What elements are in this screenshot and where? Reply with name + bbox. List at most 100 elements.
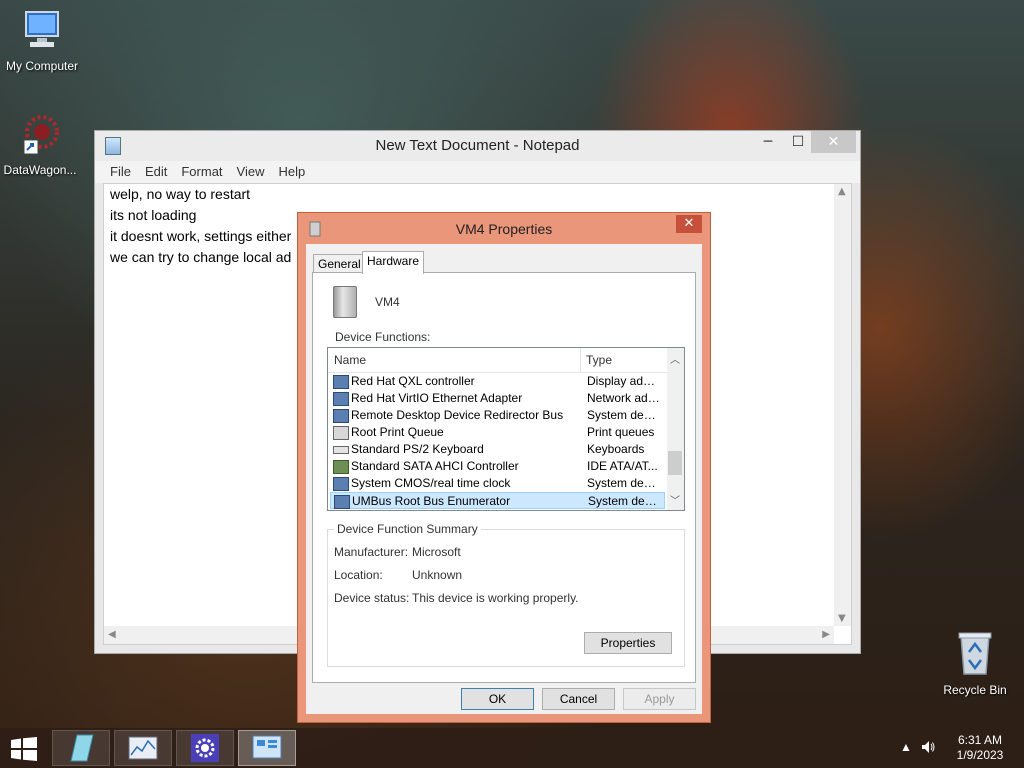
manufacturer-value: Microsoft [412, 545, 461, 559]
device-name-cell: Standard SATA AHCI Controller [351, 459, 519, 473]
list-item[interactable]: System CMOS/real time clock System devi.… [330, 475, 665, 492]
menu-format[interactable]: Format [174, 161, 229, 182]
device-name-cell: Root Print Queue [351, 425, 444, 439]
notepad-icon [70, 734, 94, 762]
list-item[interactable]: Red Hat VirtIO Ethernet Adapter Network … [330, 390, 665, 407]
properties-dialog: VM4 Properties ✕ General Hardware VM4 De… [297, 212, 711, 723]
scroll-right-icon[interactable]: ▶ [822, 629, 830, 640]
datawagon-shortcut-icon [23, 115, 59, 155]
system-device-icon [333, 409, 349, 423]
device-function-summary: Device Function Summary Manufacturer: Mi… [327, 522, 685, 667]
column-header-type[interactable]: Type [586, 353, 612, 367]
desktop-icon-label: DataWagon... [3, 163, 77, 177]
menu-view[interactable]: View [230, 161, 272, 182]
device-status-value: This device is working properly. [412, 591, 579, 605]
desktop-icon-label: My Computer [5, 59, 79, 73]
list-item-selected[interactable]: UMBus Root Bus Enumerator System devi... [330, 492, 665, 509]
list-scrollbar[interactable]: ︿ ﹀ [667, 348, 684, 510]
dialog-body: General Hardware VM4 Device Functions: N… [306, 244, 702, 714]
list-item[interactable]: Remote Desktop Device Redirector Bus Sys… [330, 407, 665, 424]
hardware-tab-panel: VM4 Device Functions: Name Type Red Hat … [312, 272, 696, 683]
device-type-cell: IDE ATA/AT... [587, 459, 658, 473]
maximize-button[interactable]: ☐ [785, 131, 811, 153]
location-label: Location: [334, 568, 383, 582]
column-header-name[interactable]: Name [334, 353, 366, 367]
notepad-titlebar[interactable]: New Text Document - Notepad ─ ☐ ✕ [95, 131, 860, 161]
tab-general[interactable]: General [313, 254, 366, 273]
scroll-up-icon[interactable]: ▲ [838, 186, 846, 197]
list-item[interactable]: Red Hat QXL controller Display adap... [330, 373, 665, 390]
start-button[interactable] [10, 737, 38, 761]
taskbar-settings[interactable] [176, 730, 234, 766]
show-hidden-icons[interactable]: ▲ [900, 740, 912, 754]
keyboard-icon [333, 446, 349, 454]
minimize-button[interactable]: ─ [755, 131, 781, 153]
vertical-scrollbar[interactable]: ▲ ▼ [834, 184, 851, 626]
desktop-icon-my-computer[interactable]: My Computer [0, 10, 84, 73]
system-device-icon [333, 477, 349, 491]
device-name-cell: System CMOS/real time clock [351, 476, 511, 490]
system-device-icon [334, 495, 350, 509]
close-button[interactable]: ✕ [676, 215, 702, 233]
device-type-cell: System devi... [587, 476, 661, 490]
notepad-menubar: File Edit Format View Help [95, 161, 860, 183]
display-adapter-icon [333, 375, 349, 389]
computer-icon [25, 11, 59, 47]
apply-button[interactable]: Apply [623, 688, 696, 710]
drive-icon [333, 286, 357, 318]
speaker-icon [922, 741, 935, 753]
summary-legend: Device Function Summary [334, 522, 481, 536]
column-divider [580, 348, 581, 372]
cancel-button[interactable]: Cancel [542, 688, 615, 710]
device-type-cell: Keyboards [587, 442, 645, 456]
recycle-bin-icon [958, 632, 992, 675]
scrollbar-thumb[interactable] [668, 451, 682, 475]
windows-logo-icon [11, 737, 37, 761]
notepad-title: New Text Document - Notepad [375, 137, 580, 154]
device-name-cell: Red Hat VirtIO Ethernet Adapter [351, 391, 523, 405]
scroll-left-icon[interactable]: ◀ [108, 629, 116, 640]
device-type-cell: System devi... [587, 408, 661, 422]
chevron-up-icon[interactable]: ︿ [670, 351, 680, 366]
taskbar-monitor-app[interactable] [114, 730, 172, 766]
volume-icon[interactable] [920, 739, 936, 758]
clock-date: 1/9/2023 [956, 748, 1004, 762]
taskbar: ▲ 6:31 AM 1/9/2023 [0, 728, 1024, 768]
desktop-icon-label: Recycle Bin [943, 683, 1007, 697]
close-button[interactable]: ✕ [811, 131, 856, 153]
menu-edit[interactable]: Edit [138, 161, 174, 182]
clock[interactable]: 6:31 AM 1/9/2023 [948, 733, 1012, 763]
location-value: Unknown [412, 568, 463, 582]
device-type-cell: System devi... [588, 494, 662, 508]
menu-help[interactable]: Help [271, 161, 312, 182]
taskbar-notepad[interactable] [52, 730, 110, 766]
desktop-icon-recycle-bin[interactable]: Recycle Bin [933, 630, 1017, 697]
tab-hardware[interactable]: Hardware [362, 251, 425, 274]
chevron-down-icon[interactable]: ﹀ [670, 492, 680, 507]
scroll-down-icon[interactable]: ▼ [838, 613, 846, 624]
list-item[interactable]: Root Print Queue Print queues [330, 424, 665, 441]
list-item[interactable]: Standard PS/2 Keyboard Keyboards [330, 441, 665, 458]
device-name-cell: Remote Desktop Device Redirector Bus [351, 408, 564, 422]
taskbar-control-panel[interactable] [238, 730, 296, 766]
network-adapter-icon [333, 392, 349, 406]
device-name: VM4 [375, 295, 400, 309]
gear-icon [191, 734, 219, 762]
dialog-titlebar[interactable]: VM4 Properties ✕ [298, 213, 710, 243]
control-panel-icon [252, 735, 282, 759]
list-item[interactable]: Standard SATA AHCI Controller IDE ATA/AT… [330, 458, 665, 475]
desktop-icon-datawagon[interactable]: DataWagon... [0, 112, 82, 177]
ok-button[interactable]: OK [461, 688, 534, 710]
text-line: welp, no way to restart [110, 186, 251, 202]
storage-controller-icon [333, 460, 349, 474]
device-type-cell: Print queues [587, 425, 655, 439]
printer-icon [333, 426, 349, 440]
device-name-cell: Red Hat QXL controller [351, 374, 475, 388]
device-functions-list[interactable]: Name Type Red Hat QXL controller Display… [327, 347, 685, 511]
device-status-label: Device status: [334, 591, 410, 605]
properties-button[interactable]: Properties [584, 632, 672, 654]
device-name-cell: UMBus Root Bus Enumerator [352, 494, 511, 508]
list-header: Name Type [328, 348, 667, 373]
menu-file[interactable]: File [103, 161, 138, 182]
device-functions-label: Device Functions: [335, 330, 431, 344]
